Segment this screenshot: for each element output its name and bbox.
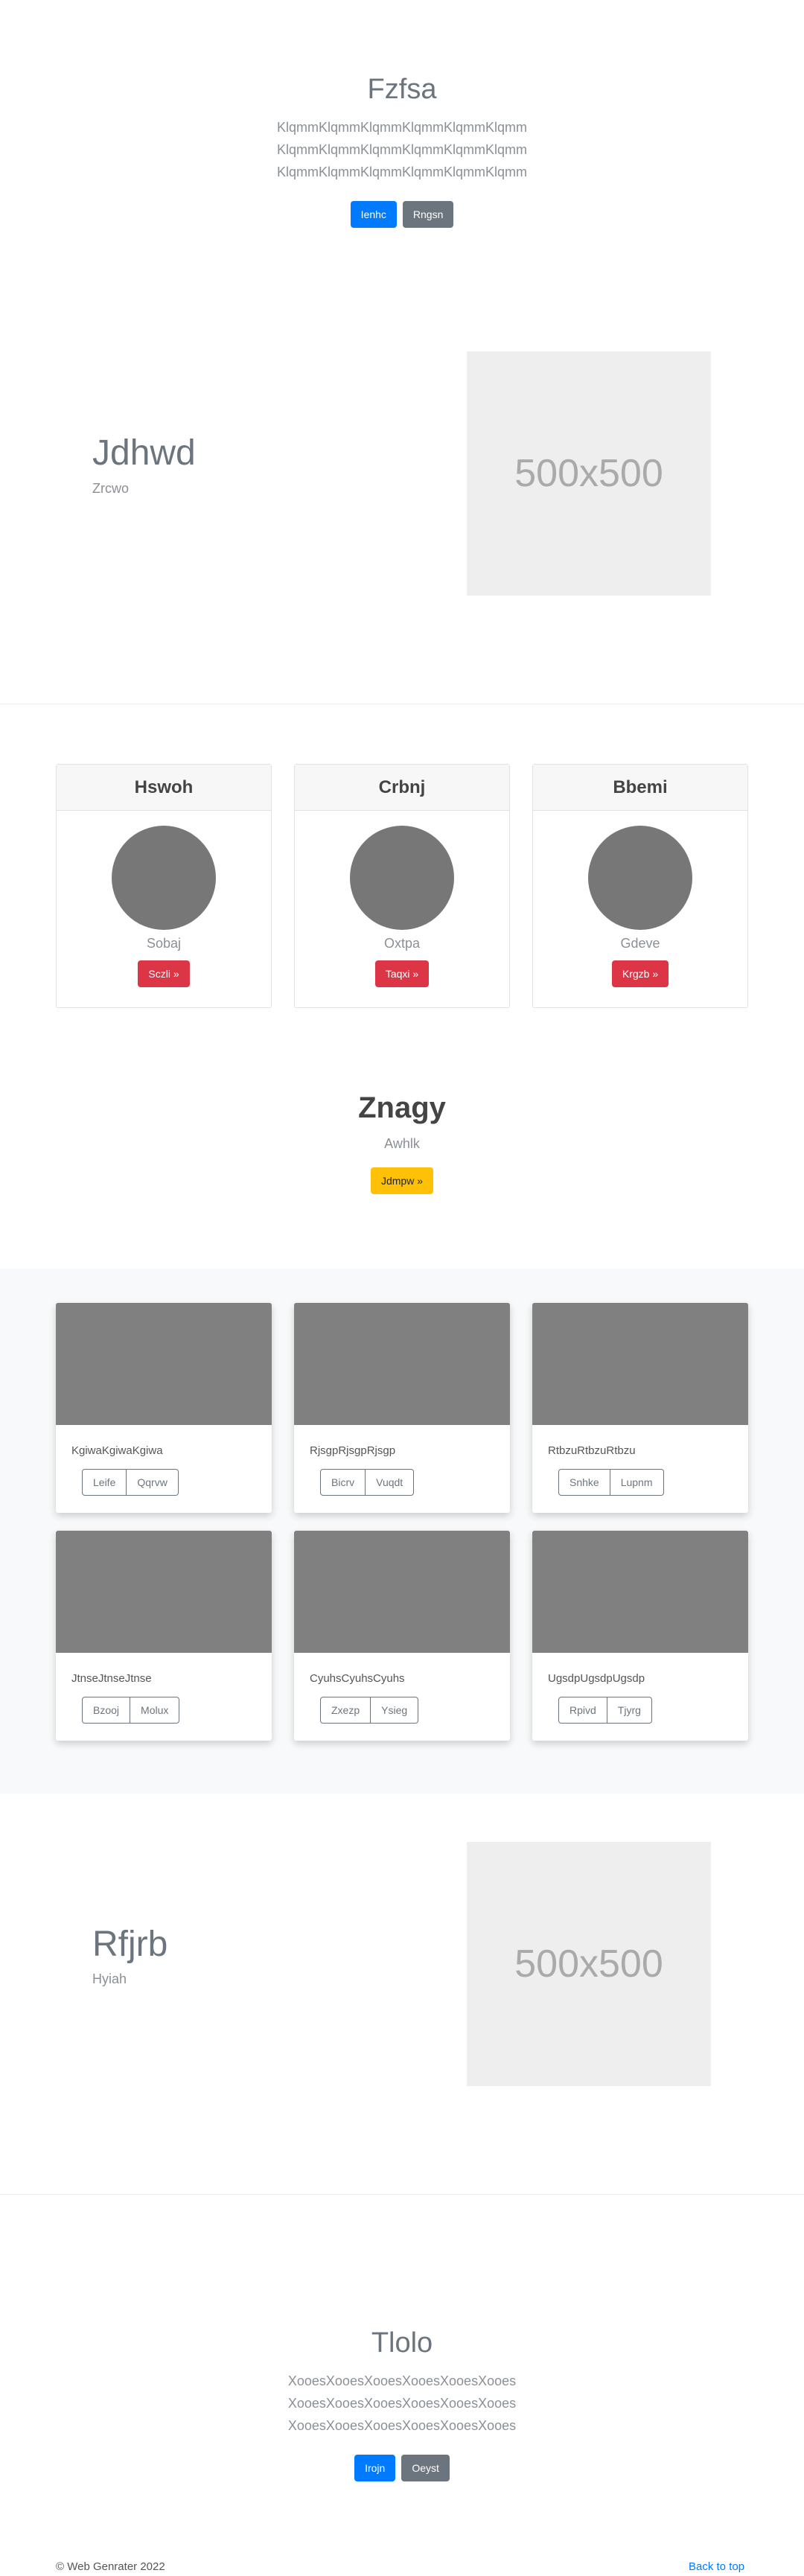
hero-top: Fzfsa KlqmmKlqmmKlqmmKlqmmKlqmmKlqmm Klq…: [0, 73, 804, 228]
album-card-button[interactable]: Lupnm: [610, 1469, 664, 1496]
album-card: UgsdpUgsdpUgsdp Rpivd Tjyrg: [532, 1531, 748, 1741]
album-card-button[interactable]: Tjyrg: [607, 1697, 652, 1724]
avatar: [112, 826, 216, 930]
section-divider: [0, 2194, 804, 2195]
avatar: [588, 826, 692, 930]
cta-subtitle: Awhlk: [384, 1136, 420, 1151]
album-card: CyuhsCyuhsCyuhs Zxezp Ysieg: [294, 1531, 510, 1741]
album-card-image: [532, 1531, 748, 1653]
feature-title: Jdhwd: [92, 433, 196, 473]
profile-card-header: Hswoh: [57, 765, 271, 811]
album-card-text: JtnseJtnseJtnse: [71, 1672, 152, 1685]
hero-secondary-button[interactable]: Rngsn: [402, 200, 454, 228]
hero-lead-line: XooesXooesXooesXooesXooesXooes: [287, 2417, 517, 2433]
feature-title: Rfjrb: [92, 1925, 168, 1964]
profile-card: Crbnj Oxtpa Taqxi »: [294, 764, 510, 1008]
album-card-button[interactable]: Leife: [82, 1469, 127, 1496]
album-card-button[interactable]: Molux: [130, 1697, 180, 1724]
profile-card: Hswoh Sobaj Sczli »: [56, 764, 272, 1008]
footer-copyright: © Web Genrater 2022: [56, 2560, 165, 2573]
profile-card-header: Bbemi: [533, 765, 747, 811]
album-card-text: KgiwaKgiwaKgiwa: [71, 1444, 163, 1457]
album-card-image: [532, 1303, 748, 1425]
album-card-button[interactable]: Bicrv: [320, 1469, 366, 1496]
feature-image-placeholder: 500x500: [467, 351, 711, 596]
hero-primary-button[interactable]: Ienhc: [350, 200, 397, 228]
cta-button-wrap: Jdmpw »: [0, 1167, 804, 1194]
album-card-button[interactable]: Vuqdt: [366, 1469, 415, 1496]
album-card-button[interactable]: Zxezp: [320, 1697, 371, 1724]
profile-card-header: Crbnj: [295, 765, 509, 811]
feature-subtitle: Hyiah: [92, 1971, 127, 1986]
album-card-text: RtbzuRtbzuRtbzu: [548, 1444, 636, 1457]
profile-card: Bbemi Gdeve Krgzb »: [532, 764, 748, 1008]
back-to-top-link[interactable]: Back to top: [689, 2560, 744, 2573]
album-card-text: RjsgpRjsgpRjsgp: [310, 1444, 396, 1457]
album-card-text: UgsdpUgsdpUgsdp: [548, 1672, 645, 1685]
album-section: KgiwaKgiwaKgiwa Leife Qqrvw RjsgpRjsgpRjs…: [0, 1269, 804, 1794]
feature-subtitle: Zrcwo: [92, 481, 129, 496]
album-card-button[interactable]: Snhke: [558, 1469, 610, 1496]
album-card-actions: Snhke Lupnm: [558, 1469, 664, 1496]
hero-primary-button[interactable]: Irojn: [354, 2454, 396, 2481]
profile-card-button[interactable]: Sczli »: [138, 960, 190, 987]
album-card-actions: Rpivd Tjyrg: [558, 1697, 652, 1724]
album-card: RjsgpRjsgpRjsgp Bicrv Vuqdt: [294, 1303, 510, 1513]
album-card-actions: Bicrv Vuqdt: [320, 1469, 415, 1496]
album-card: KgiwaKgiwaKgiwa Leife Qqrvw: [56, 1303, 272, 1513]
album-card-image: [56, 1303, 272, 1425]
album-card-button[interactable]: Bzooj: [82, 1697, 131, 1724]
hero-buttons: Irojn Oeyst: [0, 2454, 804, 2481]
hero-buttons: Ienhc Rngsn: [0, 200, 804, 228]
hero-lead-line: KlqmmKlqmmKlqmmKlqmmKlqmmKlqmm: [276, 119, 528, 135]
profile-card-subtitle: Oxtpa: [383, 936, 421, 951]
hero-title: Fzfsa: [367, 74, 437, 105]
album-card-button[interactable]: Ysieg: [371, 1697, 419, 1724]
avatar: [350, 826, 454, 930]
hero-lead-line: XooesXooesXooesXooesXooesXooes: [287, 2395, 517, 2411]
hero-lead-line: XooesXooesXooesXooesXooesXooes: [287, 2373, 517, 2388]
hero-lead: XooesXooesXooesXooesXooesXooes XooesXooe…: [0, 2370, 804, 2437]
profile-card-subtitle: Sobaj: [146, 936, 182, 951]
hero-lead: KlqmmKlqmmKlqmmKlqmmKlqmmKlqmm KlqmmKlqm…: [0, 116, 804, 183]
album-card-text: CyuhsCyuhsCyuhs: [310, 1672, 405, 1685]
album-card-actions: Bzooj Molux: [82, 1697, 180, 1724]
profile-card-button[interactable]: Taqxi »: [374, 960, 430, 987]
feature-image-placeholder: 500x500: [467, 1842, 711, 2086]
album-card-actions: Zxezp Ysieg: [320, 1697, 419, 1724]
cta-title: Znagy: [358, 1091, 446, 1124]
album-card: JtnseJtnseJtnse Bzooj Molux: [56, 1531, 272, 1741]
album-card-actions: Leife Qqrvw: [82, 1469, 179, 1496]
album-card-button[interactable]: Rpivd: [558, 1697, 607, 1724]
cta-button[interactable]: Jdmpw »: [370, 1167, 434, 1194]
profile-card-subtitle: Gdeve: [620, 936, 660, 951]
album-card-button[interactable]: Qqrvw: [127, 1469, 179, 1496]
album-card-image: [56, 1531, 272, 1653]
album-card: RtbzuRtbzuRtbzu Snhke Lupnm: [532, 1303, 748, 1513]
hero-bottom: Tlolo XooesXooesXooesXooesXooesXooes Xoo…: [0, 2327, 804, 2481]
album-card-image: [294, 1531, 510, 1653]
hero-lead-line: KlqmmKlqmmKlqmmKlqmmKlqmmKlqmm: [276, 164, 528, 179]
hero-lead-line: KlqmmKlqmmKlqmmKlqmmKlqmmKlqmm: [276, 141, 528, 157]
hero-secondary-button[interactable]: Oeyst: [401, 2454, 450, 2481]
album-card-image: [294, 1303, 510, 1425]
hero-title: Tlolo: [371, 2327, 433, 2359]
profile-card-button[interactable]: Krgzb »: [611, 960, 669, 987]
